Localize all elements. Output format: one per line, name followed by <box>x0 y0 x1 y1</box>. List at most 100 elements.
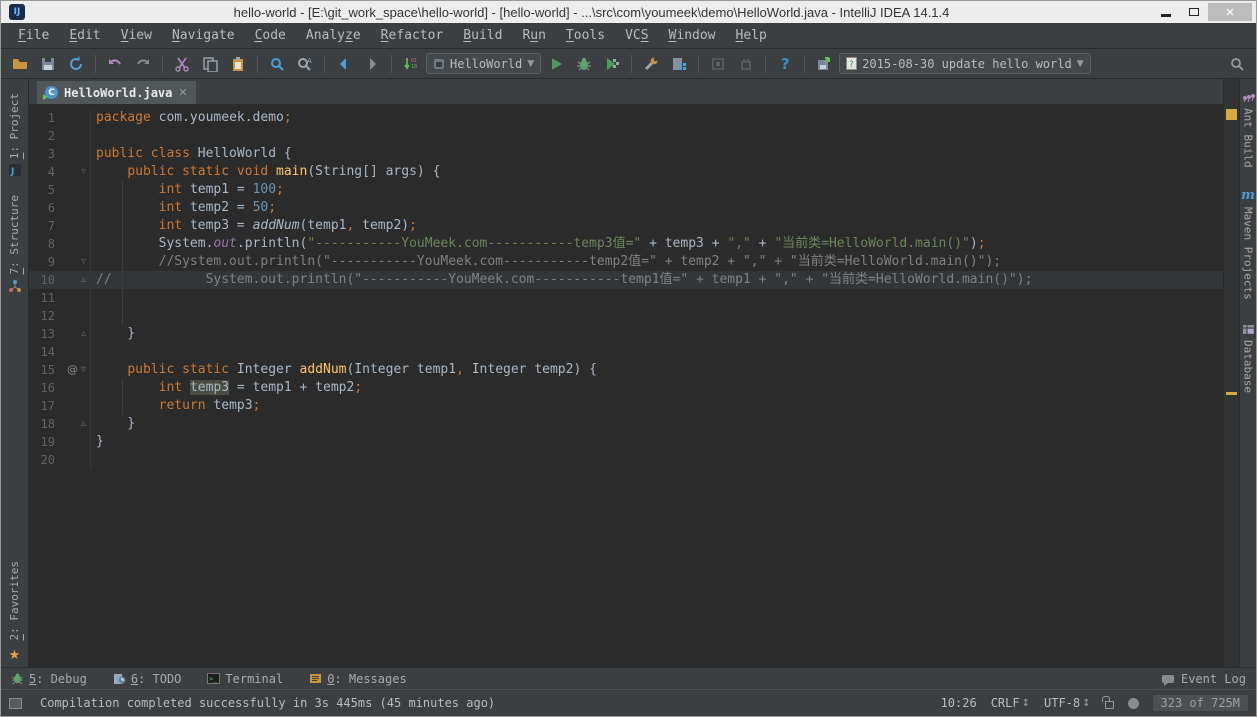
code-line[interactable]: 2 <box>29 127 1223 145</box>
menu-window[interactable]: Window <box>660 25 725 46</box>
code-line[interactable]: 5 int temp1 = 100; <box>29 181 1223 199</box>
code-line[interactable]: 4▿ public static void main(String[] args… <box>29 163 1223 181</box>
gutter[interactable] <box>55 109 91 127</box>
menu-vcs[interactable]: VCS <box>616 25 657 46</box>
code-editor[interactable]: 1package com.youmeek.demo;23public class… <box>29 105 1223 667</box>
settings-icon[interactable] <box>638 52 664 76</box>
code-line[interactable]: 16 int temp3 = temp1 + temp2; <box>29 379 1223 397</box>
gutter[interactable]: ▵ <box>55 415 91 433</box>
gutter[interactable]: ▿ <box>55 163 91 181</box>
menu-navigate[interactable]: Navigate <box>163 25 244 46</box>
paste-icon[interactable] <box>225 52 251 76</box>
close-button[interactable]: ✕ <box>1208 3 1252 21</box>
cut-icon[interactable] <box>169 52 195 76</box>
event-log-button[interactable]: Event Log <box>1162 672 1246 686</box>
fold-down-icon[interactable]: ▿ <box>81 163 86 181</box>
inspection-status-marker[interactable] <box>1226 109 1237 120</box>
android-sdk-icon[interactable] <box>705 52 731 76</box>
encoding-selector[interactable]: UTF-8↕ <box>1044 696 1091 710</box>
redo-icon[interactable] <box>130 52 156 76</box>
gutter[interactable] <box>55 235 91 253</box>
readonly-lock-icon[interactable] <box>1105 701 1114 709</box>
fold-down-icon[interactable]: ▿ <box>81 253 86 271</box>
gutter[interactable]: ▿ <box>55 253 91 271</box>
gutter[interactable] <box>55 307 91 325</box>
tool-window-button-structure[interactable]: 7: Structure <box>8 195 22 292</box>
code-line[interactable]: 6 int temp2 = 50; <box>29 199 1223 217</box>
debug-icon[interactable] <box>571 52 597 76</box>
gutter[interactable]: @▿ <box>55 361 91 379</box>
code-line[interactable]: 17 return temp3; <box>29 397 1223 415</box>
gutter[interactable]: ▵ <box>55 325 91 343</box>
menu-help[interactable]: Help <box>727 25 776 46</box>
compare-lines-icon[interactable]: 0110 <box>398 52 424 76</box>
code-line[interactable]: 11 <box>29 289 1223 307</box>
code-line[interactable]: 1package com.youmeek.demo; <box>29 109 1223 127</box>
code-line[interactable]: 13▵ } <box>29 325 1223 343</box>
code-line[interactable]: 15@▿ public static Integer addNum(Intege… <box>29 361 1223 379</box>
gutter[interactable] <box>55 217 91 235</box>
find-icon[interactable] <box>264 52 290 76</box>
code-line[interactable]: 3public class HelloWorld { <box>29 145 1223 163</box>
replace-icon[interactable]: A <box>292 52 318 76</box>
gutter[interactable] <box>55 127 91 145</box>
tab-close-icon[interactable]: ✕ <box>178 86 187 99</box>
code-line[interactable]: 18▵ } <box>29 415 1223 433</box>
android-device-icon[interactable] <box>733 52 759 76</box>
gutter[interactable]: ▵ <box>55 271 91 289</box>
code-line[interactable]: 20 <box>29 451 1223 469</box>
tool-window-button-todo[interactable]: 6: TODO <box>113 672 182 686</box>
back-icon[interactable] <box>331 52 357 76</box>
gutter[interactable] <box>55 379 91 397</box>
gutter[interactable] <box>55 397 91 415</box>
tool-window-button-project[interactable]: 1: ProjectJ <box>8 93 22 177</box>
gutter[interactable] <box>55 433 91 451</box>
gutter[interactable] <box>55 343 91 361</box>
minimize-button[interactable] <box>1152 3 1180 21</box>
menu-refactor[interactable]: Refactor <box>372 25 453 46</box>
gutter[interactable] <box>55 451 91 469</box>
menu-edit[interactable]: Edit <box>60 25 109 46</box>
undo-icon[interactable] <box>102 52 128 76</box>
error-stripe-scrollbar[interactable] <box>1223 79 1239 667</box>
code-line[interactable]: 10▵// System.out.println("-----------You… <box>29 271 1223 289</box>
menu-analyze[interactable]: Analyze <box>297 25 370 46</box>
tab-helloworld-java[interactable]: C HelloWorld.java ✕ <box>37 81 196 104</box>
help-icon[interactable]: ? <box>772 52 798 76</box>
run-with-coverage-icon[interactable] <box>599 52 625 76</box>
open-icon[interactable] <box>7 52 33 76</box>
menu-tools[interactable]: Tools <box>557 25 614 46</box>
gutter[interactable] <box>55 145 91 163</box>
menu-build[interactable]: Build <box>454 25 511 46</box>
vcs-changelist-select[interactable]: ? 2015-08-30 update hello world ▼ <box>839 53 1090 74</box>
code-line[interactable]: 19} <box>29 433 1223 451</box>
tool-window-button-terminal[interactable]: >_Terminal <box>207 672 283 686</box>
menu-run[interactable]: Run <box>513 25 554 46</box>
warning-stripe-marker[interactable] <box>1226 392 1237 395</box>
gutter[interactable] <box>55 289 91 307</box>
run-icon[interactable] <box>543 52 569 76</box>
line-ending-selector[interactable]: CRLF↕ <box>991 696 1030 710</box>
vcs-commit-icon[interactable] <box>811 52 837 76</box>
code-line[interactable]: 9▿ //System.out.println("-----------YouM… <box>29 253 1223 271</box>
tool-window-button-messages[interactable]: 0: Messages <box>309 672 406 686</box>
menu-file[interactable]: File <box>9 25 58 46</box>
code-line[interactable]: 14 <box>29 343 1223 361</box>
code-line[interactable]: 8 System.out.println("-----------YouMeek… <box>29 235 1223 253</box>
code-line[interactable]: 7 int temp3 = addNum(temp1, temp2); <box>29 217 1223 235</box>
save-all-icon[interactable] <box>35 52 61 76</box>
caret-position-indicator[interactable]: 10:26 <box>941 696 977 710</box>
gutter[interactable] <box>55 199 91 217</box>
run-configuration-select[interactable]: HelloWorld ▼ <box>426 53 541 74</box>
search-everywhere-icon[interactable] <box>1224 52 1250 76</box>
tool-window-button-mavenprojects[interactable]: mMaven Projects <box>1241 184 1255 300</box>
menu-view[interactable]: View <box>112 25 161 46</box>
gutter[interactable] <box>55 181 91 199</box>
fold-down-icon[interactable]: ▿ <box>81 361 86 379</box>
tool-window-toggle-icon[interactable] <box>9 698 22 709</box>
memory-indicator[interactable]: 323 of 725M <box>1153 695 1248 711</box>
forward-icon[interactable] <box>359 52 385 76</box>
tool-window-button-antbuild[interactable]: Ant Build <box>1242 91 1255 168</box>
tool-window-button-debug[interactable]: 5: Debug <box>11 672 87 686</box>
fold-up-icon[interactable]: ▵ <box>81 271 86 289</box>
